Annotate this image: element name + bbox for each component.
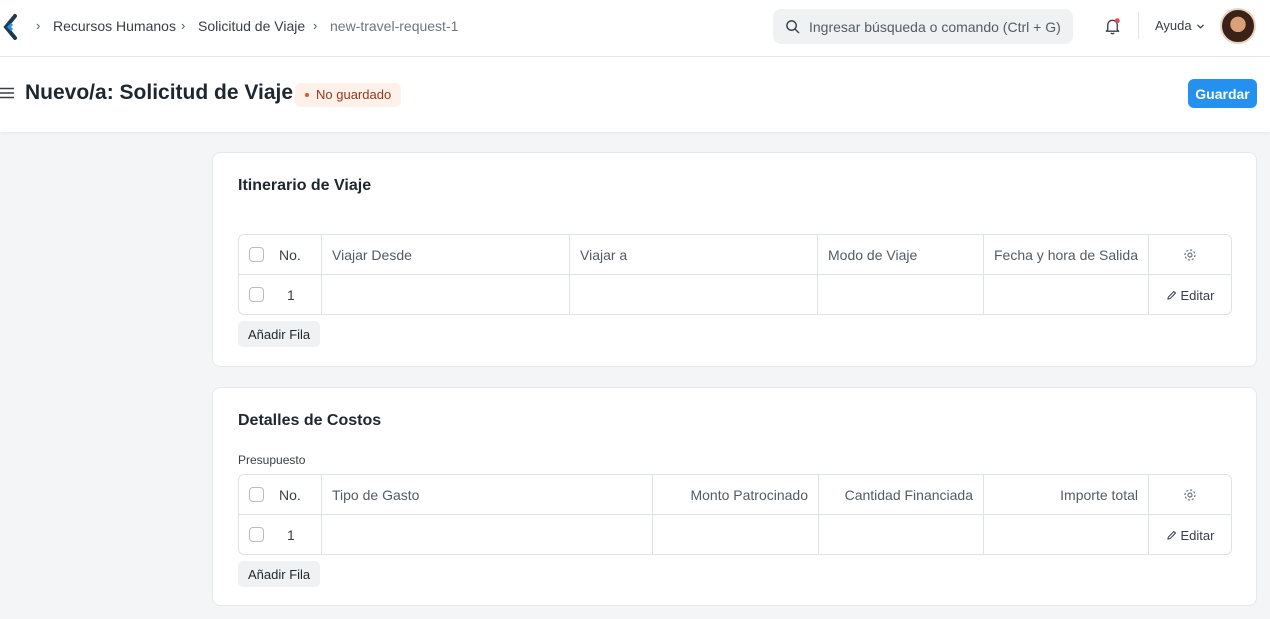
edit-icon <box>1166 290 1176 300</box>
column-header-funded-amount: Cantidad Financiada <box>818 475 983 515</box>
row-checkbox[interactable] <box>249 287 264 302</box>
column-settings-cell <box>1148 235 1231 275</box>
table-row[interactable]: 1 Editar <box>239 275 1231 314</box>
search-input[interactable] <box>809 9 1067 44</box>
row-no-cell: 1 <box>239 275 321 314</box>
save-button[interactable]: Guardar <box>1188 79 1257 108</box>
status-dot <box>305 92 309 97</box>
cell-expense-type[interactable] <box>321 515 652 554</box>
cell-travel-to[interactable] <box>569 275 817 314</box>
column-header-travel-from: Viajar Desde <box>321 235 569 275</box>
menu-icon[interactable] <box>0 87 14 99</box>
row-no-cell: 1 <box>239 515 321 554</box>
column-header-total-amount: Importe total <box>983 475 1148 515</box>
avatar[interactable] <box>1220 8 1256 44</box>
edit-label: Editar <box>1180 288 1215 303</box>
navbar-divider <box>1138 12 1139 39</box>
add-row-button[interactable]: Añadir Fila <box>238 561 321 587</box>
column-header-travel-mode: Modo de Viaje <box>817 235 983 275</box>
breadcrumb-current[interactable]: new-travel-request-1 <box>330 18 458 34</box>
cell-sponsored-amount[interactable] <box>652 515 818 554</box>
bell-icon[interactable] <box>1103 16 1122 36</box>
column-header-no: No. <box>279 247 301 263</box>
page-title: Nuevo/a: Solicitud de Viaje <box>25 81 294 104</box>
table-header-row: No. Tipo de Gasto Monto Patrocinado Cant… <box>239 475 1231 515</box>
add-row-button[interactable]: Añadir Fila <box>238 321 321 347</box>
app-logo[interactable] <box>2 14 18 40</box>
header-no-cell: No. <box>239 475 321 515</box>
select-all-checkbox[interactable] <box>249 487 264 502</box>
settings-icon[interactable] <box>1183 488 1197 502</box>
breadcrumb-chevron-icon: › <box>313 18 318 33</box>
itinerary-title: Itinerario de Viaje <box>238 177 372 194</box>
column-settings-cell <box>1148 475 1231 515</box>
breadcrumb-travel-request[interactable]: Solicitud de Viaje <box>198 18 305 34</box>
cost-details-section: Detalles de Costos Presupuesto No. Tipo … <box>212 387 1257 606</box>
breadcrumb-chevron-icon: › <box>181 18 186 33</box>
chevron-down-icon[interactable] <box>1196 22 1205 31</box>
itinerary-table: No. Viajar Desde Viajar a Modo de Viaje … <box>238 234 1232 315</box>
help-menu[interactable]: Ayuda <box>1155 18 1192 33</box>
column-header-no: No. <box>279 487 301 503</box>
breadcrumb-chevron-icon: › <box>36 18 41 33</box>
cell-total-amount[interactable] <box>983 515 1148 554</box>
cell-funded-amount[interactable] <box>818 515 983 554</box>
column-header-sponsored-amount: Monto Patrocinado <box>652 475 818 515</box>
search-bar[interactable] <box>773 9 1073 44</box>
cell-travel-mode[interactable] <box>817 275 983 314</box>
search-icon <box>786 20 800 34</box>
row-number: 1 <box>287 527 295 543</box>
edit-icon <box>1166 530 1176 540</box>
edit-label: Editar <box>1180 528 1215 543</box>
settings-icon[interactable] <box>1183 248 1197 262</box>
edit-row-button[interactable]: Editar <box>1148 515 1231 554</box>
table-header-row: No. Viajar Desde Viajar a Modo de Viaje … <box>239 235 1231 275</box>
table-row[interactable]: 1 Editar <box>239 515 1231 554</box>
itinerary-section: Itinerario de Viaje No. Viajar Desde Via… <box>212 152 1257 367</box>
column-header-departure: Fecha y hora de Salida <box>983 235 1148 275</box>
status-text: No guardado <box>316 87 392 102</box>
edit-row-button[interactable]: Editar <box>1148 275 1231 314</box>
cell-travel-from[interactable] <box>321 275 569 314</box>
page-header: Nuevo/a: Solicitud de Viaje No guardado … <box>0 57 1270 132</box>
breadcrumb-hr[interactable]: Recursos Humanos <box>53 18 176 34</box>
cell-departure[interactable] <box>983 275 1148 314</box>
row-number: 1 <box>287 287 295 303</box>
costs-table: No. Tipo de Gasto Monto Patrocinado Cant… <box>238 474 1232 555</box>
select-all-checkbox[interactable] <box>249 247 264 262</box>
navbar: › Recursos Humanos › Solicitud de Viaje … <box>0 0 1270 57</box>
header-no-cell: No. <box>239 235 321 275</box>
cost-details-title: Detalles de Costos <box>238 412 382 429</box>
budget-label: Presupuesto <box>238 453 306 467</box>
row-checkbox[interactable] <box>249 527 264 542</box>
column-header-expense-type: Tipo de Gasto <box>321 475 652 515</box>
column-header-travel-to: Viajar a <box>569 235 817 275</box>
status-badge: No guardado <box>295 83 402 107</box>
